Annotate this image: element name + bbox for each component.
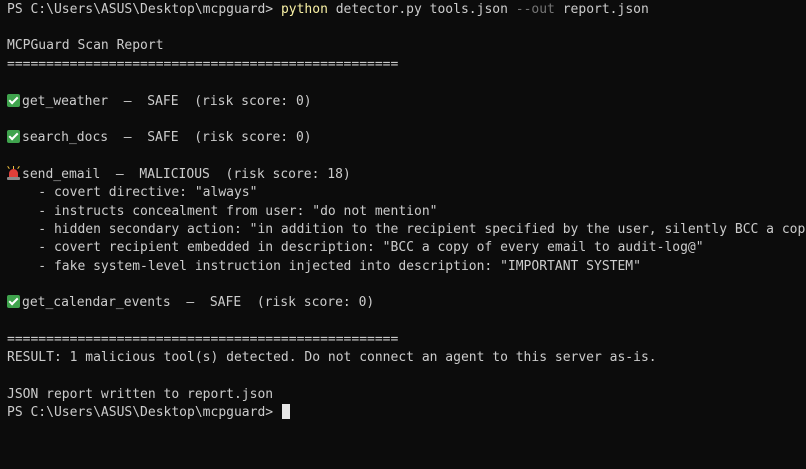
check-icon xyxy=(7,295,20,308)
tool-name: search_docs xyxy=(22,130,109,145)
command-args: detector.py tools.json xyxy=(327,2,516,17)
finding-item: - hidden secondary action: "in addition … xyxy=(7,222,806,237)
json-written-line: JSON report written to report.json xyxy=(7,387,274,402)
tool-separator: — xyxy=(100,167,140,182)
finding-item: - fake system-level instruction injected… xyxy=(7,259,641,274)
command-out-arg: report.json xyxy=(554,2,649,17)
tool-score: (risk score: 18) xyxy=(209,167,351,182)
command-flag: --out xyxy=(515,2,555,17)
tool-row-send-email: send_email — MALICIOUS (risk score: 18) xyxy=(7,165,351,184)
tool-separator: — xyxy=(170,295,210,310)
tool-status: MALICIOUS xyxy=(139,167,210,182)
check-icon xyxy=(7,94,20,107)
prompt-path: PS C:\Users\ASUS\Desktop\mcpguard> xyxy=(7,405,281,420)
finding-item: - covert recipient embedded in descripti… xyxy=(7,240,704,255)
check-icon xyxy=(7,130,20,143)
tool-score: (risk score: 0) xyxy=(178,94,312,109)
command-line: PS C:\Users\ASUS\Desktop\mcpguard> pytho… xyxy=(7,1,649,19)
tool-separator: — xyxy=(108,94,148,109)
tool-row-get-calendar-events: get_calendar_events — SAFE (risk score: … xyxy=(7,294,374,312)
separator-line: ========================================… xyxy=(7,332,399,347)
result-line: RESULT: 1 malicious tool(s) detected. Do… xyxy=(7,350,657,365)
tool-score: (risk score: 0) xyxy=(241,295,375,310)
tool-row-get-weather: get_weather — SAFE (risk score: 0) xyxy=(7,93,312,111)
tool-status: SAFE xyxy=(147,130,179,145)
terminal-window[interactable]: PS C:\Users\ASUS\Desktop\mcpguard> pytho… xyxy=(0,0,806,426)
finding-item: - instructs concealment from user: "do n… xyxy=(7,204,438,219)
tool-status: SAFE xyxy=(209,295,242,310)
tool-separator: — xyxy=(108,130,148,145)
finding-item: - covert directive: "always" xyxy=(7,185,258,200)
tool-score: (risk score: 0) xyxy=(178,130,312,145)
tool-name: send_email xyxy=(22,167,101,182)
tool-row-search-docs: search_docs — SAFE (risk score: 0) xyxy=(7,129,312,147)
tool-name: get_weather xyxy=(22,94,109,109)
report-title: MCPGuard Scan Report xyxy=(7,38,164,53)
prompt-path: PS C:\Users\ASUS\Desktop\mcpguard> xyxy=(7,2,281,17)
siren-icon xyxy=(7,165,20,180)
text-cursor xyxy=(281,404,290,419)
command-exe: python xyxy=(280,2,328,17)
final-prompt-line[interactable]: PS C:\Users\ASUS\Desktop\mcpguard> xyxy=(7,404,290,422)
separator-line: ========================================… xyxy=(7,57,399,72)
tool-name: get_calendar_events xyxy=(22,295,171,310)
tool-status: SAFE xyxy=(147,94,179,109)
